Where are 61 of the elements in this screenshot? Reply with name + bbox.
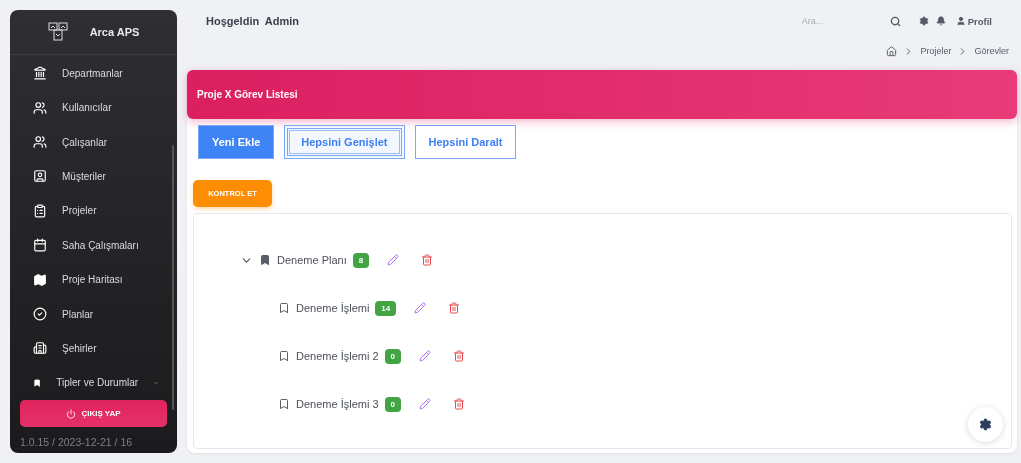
search-icon[interactable] bbox=[889, 15, 901, 27]
sidebar-item[interactable]: Departmanlar bbox=[10, 56, 177, 91]
version-text: 1.0.15 / 2023-12-21 / 16 bbox=[19, 435, 134, 450]
tree-item-label[interactable]: Deneme Planı bbox=[277, 254, 347, 266]
action-button[interactable]: Hepsini Daralt bbox=[414, 125, 517, 159]
search-field[interactable]: Ara... bbox=[799, 15, 890, 27]
edit-icon[interactable] bbox=[387, 254, 400, 266]
sidebar-item[interactable]: Kullanıcılar bbox=[10, 90, 177, 125]
action-button[interactable]: Hepsini Genişlet bbox=[284, 125, 405, 159]
bell-icon[interactable] bbox=[935, 16, 946, 26]
clipboard-icon bbox=[33, 203, 47, 218]
greeting: Hoşgeldin Admin bbox=[206, 15, 301, 27]
delete-icon[interactable] bbox=[453, 350, 465, 362]
contact-card-icon bbox=[33, 169, 47, 184]
delete-icon[interactable] bbox=[448, 302, 461, 314]
edit-icon[interactable] bbox=[419, 398, 431, 410]
count-badge: 0 bbox=[384, 348, 401, 364]
settings-button[interactable] bbox=[968, 407, 1003, 442]
sidebar-item[interactable]: Çalışanlar bbox=[10, 124, 177, 160]
count-badge: 8 bbox=[352, 252, 370, 268]
people-icon bbox=[33, 100, 47, 115]
bookmark-icon bbox=[278, 302, 290, 314]
sidebar-item[interactable]: Proje Haritası bbox=[10, 262, 177, 297]
bookmark-icon bbox=[278, 398, 290, 410]
bookmark-icon bbox=[259, 254, 271, 266]
calendar-icon bbox=[33, 238, 47, 253]
buildings-icon bbox=[33, 341, 47, 356]
people-icon bbox=[33, 135, 47, 150]
tree-item-label[interactable]: Deneme İşlemi bbox=[296, 302, 370, 314]
profile-link[interactable]: Profil bbox=[955, 15, 992, 27]
scrollbar[interactable] bbox=[172, 145, 174, 410]
panel-title: Proje X Görev Listesi bbox=[197, 89, 298, 100]
home-icon[interactable] bbox=[886, 45, 898, 57]
logo-icon bbox=[47, 22, 68, 43]
check-circle-icon bbox=[33, 307, 47, 322]
bookmark-icon bbox=[278, 350, 290, 362]
power-icon bbox=[66, 408, 77, 419]
sidebar-item[interactable]: Projeler bbox=[10, 193, 177, 229]
action-button[interactable]: Yeni Ekle bbox=[198, 125, 275, 159]
edit-icon[interactable] bbox=[419, 350, 431, 362]
logout-button[interactable]: ÇIKIŞ YAP bbox=[20, 400, 167, 427]
sidebar-item[interactable]: Müşteriler bbox=[10, 159, 177, 194]
tree-item-label[interactable]: Deneme İşlemi 2 bbox=[296, 350, 379, 362]
map-icon bbox=[33, 272, 47, 287]
tree-item-label[interactable]: Deneme İşlemi 3 bbox=[296, 398, 379, 410]
delete-icon[interactable] bbox=[453, 398, 465, 410]
landmark-icon bbox=[33, 66, 47, 81]
sidebar-item[interactable]: Planlar bbox=[10, 296, 177, 332]
breadcrumb-item[interactable]: Görevler bbox=[974, 46, 1009, 56]
delete-icon[interactable] bbox=[421, 254, 434, 266]
sidebar-item[interactable]: Saha Çalışmaları bbox=[10, 228, 177, 263]
brand-name: Arca APS bbox=[89, 26, 140, 39]
sidebar-item[interactable]: Tipler ve Durumlar bbox=[10, 365, 177, 401]
edit-icon[interactable] bbox=[414, 302, 427, 314]
count-badge: 14 bbox=[375, 300, 397, 316]
count-badge: 0 bbox=[384, 396, 401, 412]
settings-icon bbox=[979, 418, 992, 431]
breadcrumb-item[interactable]: Projeler bbox=[920, 46, 952, 56]
user-icon bbox=[955, 16, 966, 26]
settings-icon[interactable] bbox=[918, 16, 929, 26]
sidebar-item[interactable]: Şehirler bbox=[10, 331, 177, 366]
